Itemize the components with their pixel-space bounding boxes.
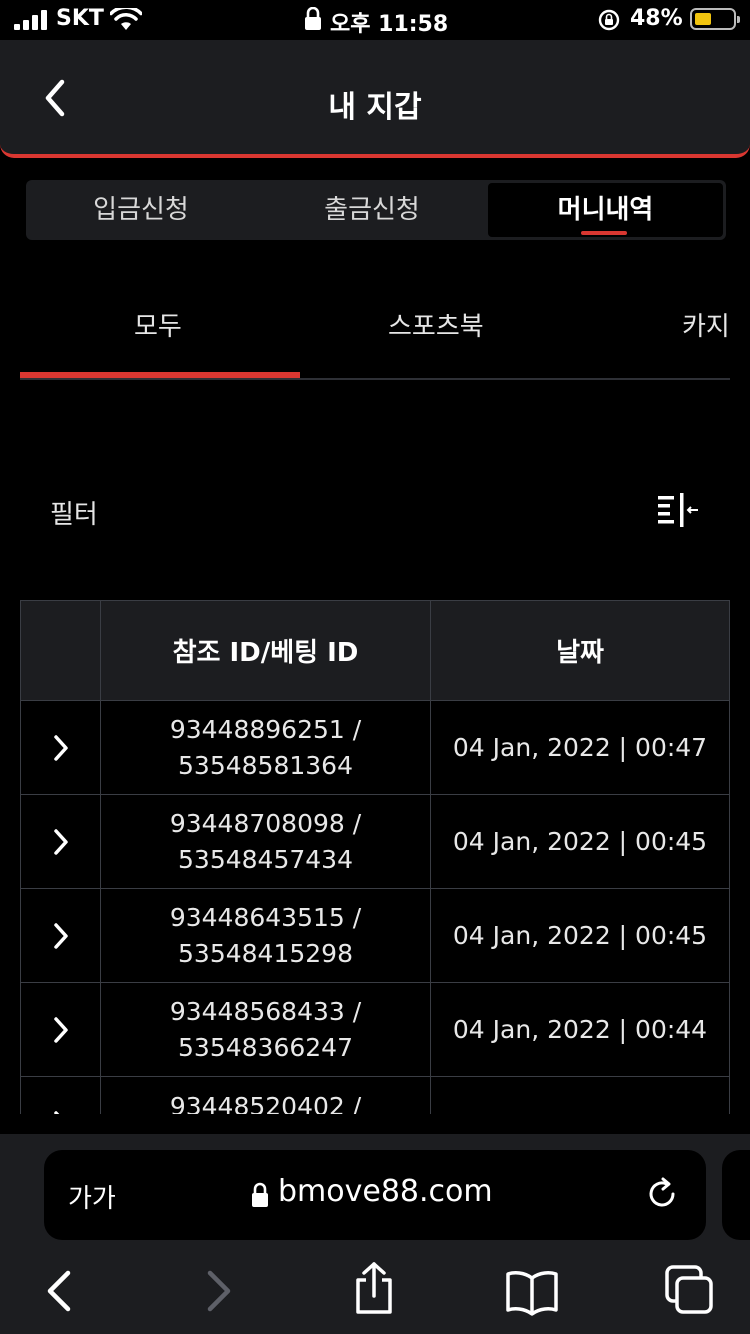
- category-tab-divider: [20, 378, 730, 380]
- rotation-lock-icon: [598, 9, 620, 31]
- ref-id: 93448643515 /: [169, 902, 362, 932]
- tab-deposit-request[interactable]: 입금신청: [26, 180, 256, 240]
- active-tab-indicator: [581, 231, 627, 235]
- table-row[interactable]: 93448643515 / 53548415298 04 Jan, 2022 | …: [20, 888, 730, 983]
- ref-bet-id-cell: 93448643515 / 53548415298: [100, 888, 431, 983]
- bet-id: 53548415298: [178, 938, 353, 968]
- bookmarks-icon[interactable]: [504, 1266, 560, 1316]
- ref-id: 93448520402 /: [169, 1092, 362, 1114]
- next-tab-preview[interactable]: [722, 1150, 750, 1240]
- date-cell: 04 Jan, 2022 | 00:47: [430, 700, 730, 795]
- page-title: 내 지갑: [328, 90, 422, 125]
- table-header-ref-id: 참조 ID/베팅 ID: [100, 600, 431, 701]
- filter-panel-icon[interactable]: [654, 490, 700, 530]
- date-cell: 04 Jan, 2022 | 00:45: [430, 888, 730, 983]
- bet-id: 53548366247: [178, 1032, 353, 1062]
- ref-bet-id-cell: 93448520402 /: [100, 1076, 431, 1114]
- ref-id: 93448568433 /: [169, 996, 362, 1026]
- ref-id: 93448896251 /: [169, 714, 362, 744]
- chevron-right-icon: [53, 922, 68, 949]
- text-size-button[interactable]: 가가: [68, 1178, 116, 1215]
- wifi-icon: [110, 8, 142, 30]
- filter-label[interactable]: 필터: [50, 494, 98, 531]
- expand-row-button[interactable]: [20, 888, 101, 983]
- browser-back-icon[interactable]: [40, 1266, 76, 1316]
- table-header-expand: [20, 600, 101, 701]
- expand-row-button[interactable]: [20, 794, 101, 889]
- tab-withdraw-request[interactable]: 출금신청: [256, 180, 488, 240]
- category-tab-casino[interactable]: 카지: [682, 306, 730, 343]
- ref-bet-id-cell: 93448708098 / 53548457434: [100, 794, 431, 889]
- date-cell: [430, 1076, 730, 1114]
- chevron-right-icon: [53, 1110, 60, 1114]
- status-bar: SKT 오후 11:58 48%: [0, 0, 750, 40]
- chevron-right-icon: [53, 1016, 68, 1043]
- bet-id: 53548581364: [178, 750, 353, 780]
- table-row[interactable]: 93448568433 / 53548366247 04 Jan, 2022 | …: [20, 982, 730, 1077]
- tabs-overview-icon[interactable]: [664, 1264, 714, 1316]
- chevron-right-icon: [53, 828, 68, 855]
- battery-percent: 48%: [630, 6, 683, 31]
- money-history-table: 참조 ID/베팅 ID 날짜 93448896251 / 53548581364 …: [20, 600, 730, 1114]
- browser-forward-icon[interactable]: [200, 1266, 236, 1316]
- chevron-right-icon: [53, 734, 68, 761]
- tab-money-history[interactable]: 머니내역: [488, 183, 723, 237]
- secure-lock-icon: [252, 1182, 268, 1207]
- carrier-name: SKT: [56, 6, 104, 31]
- table-header-date: 날짜: [430, 600, 730, 701]
- category-tab-all[interactable]: 모두: [134, 306, 182, 343]
- ref-bet-id-cell: 93448896251 / 53548581364: [100, 700, 431, 795]
- ref-id: 93448708098 /: [169, 808, 362, 838]
- reload-icon[interactable]: [644, 1176, 680, 1212]
- date-cell: 04 Jan, 2022 | 00:45: [430, 794, 730, 889]
- table-row[interactable]: 93448520402 /: [20, 1076, 730, 1114]
- url-text[interactable]: bmove88.com: [278, 1174, 493, 1209]
- bet-id: 53548457434: [178, 844, 353, 874]
- category-tab-sportsbook[interactable]: 스포츠북: [388, 306, 484, 343]
- battery-icon: [690, 8, 740, 30]
- address-bar[interactable]: 가가 bmove88.com: [44, 1150, 706, 1240]
- lock-icon: [305, 7, 321, 30]
- cellular-signal-icon: [14, 10, 50, 30]
- ref-bet-id-cell: 93448568433 / 53548366247: [100, 982, 431, 1077]
- expand-row-button[interactable]: [20, 1076, 101, 1114]
- table-row[interactable]: 93448896251 / 53548581364 04 Jan, 2022 | …: [20, 700, 730, 795]
- expand-row-button[interactable]: [20, 982, 101, 1077]
- date-cell: 04 Jan, 2022 | 00:44: [430, 982, 730, 1077]
- table-row[interactable]: 93448708098 / 53548457434 04 Jan, 2022 | …: [20, 794, 730, 889]
- share-icon[interactable]: [350, 1260, 398, 1316]
- table-header-row: 참조 ID/베팅 ID 날짜: [20, 600, 730, 701]
- category-active-indicator: [20, 372, 300, 378]
- clock-time: 오후 11:58: [330, 12, 449, 37]
- expand-row-button[interactable]: [20, 700, 101, 795]
- app-header: 내 지갑: [0, 40, 750, 158]
